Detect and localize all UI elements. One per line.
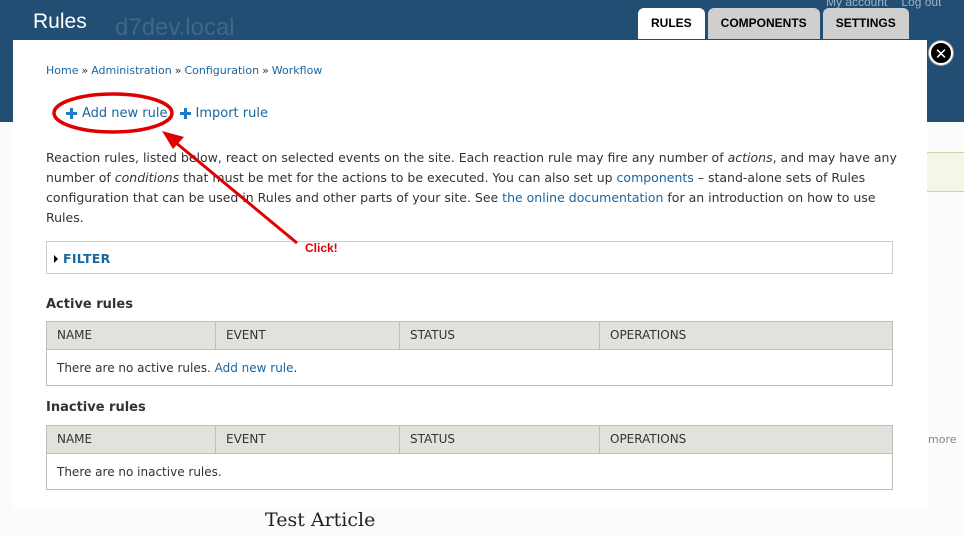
annotation-layer (52, 92, 298, 245)
annotation-label: Click! (305, 241, 338, 255)
highlight-circle (52, 92, 174, 134)
annotation-arrow (174, 140, 298, 245)
